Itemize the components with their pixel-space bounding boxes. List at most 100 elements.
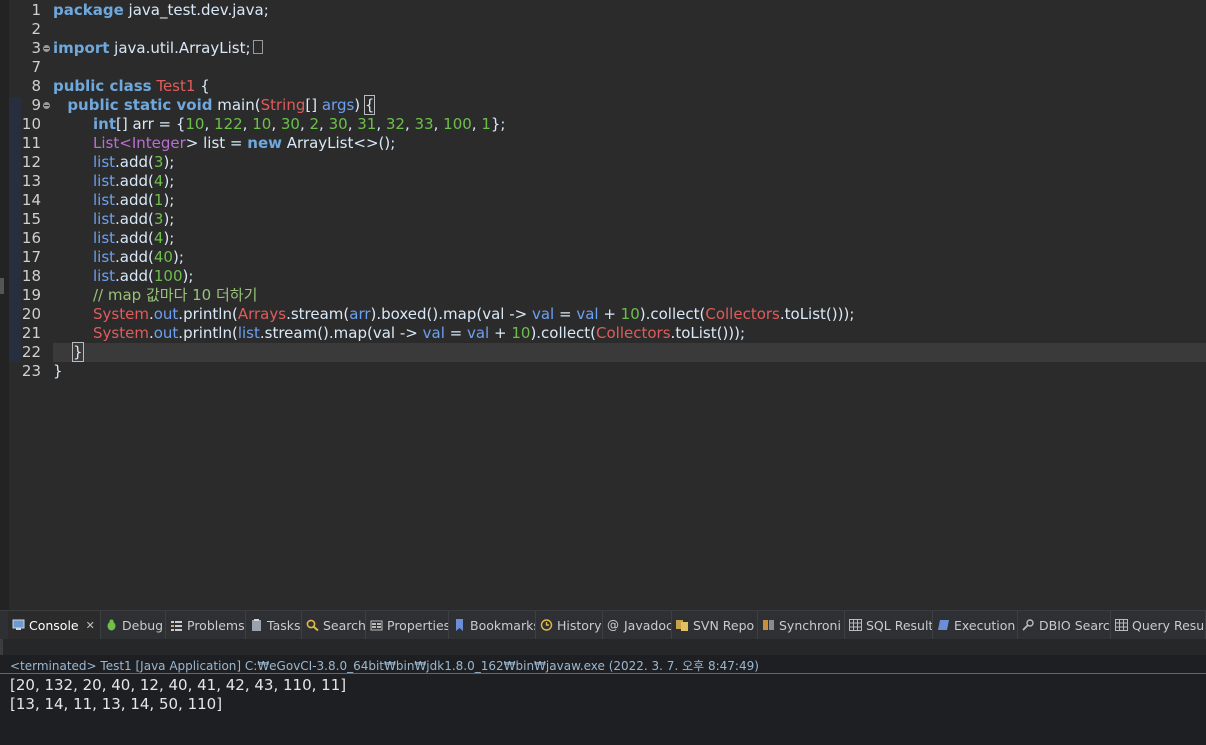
number-literal: 122 [214,115,243,133]
number-literal: 10 [252,115,272,133]
tab-label: Properties [387,617,449,633]
problems-icon [170,619,183,631]
collect-call: ).collect( [639,305,706,323]
code-line-21[interactable]: System.out.println(list.stream().map(val… [53,324,1206,343]
number-literal: 31 [357,115,377,133]
var-list: list [93,210,116,228]
list-decl: > list = [185,134,248,152]
add-call: .add( [115,229,154,247]
code-line-10[interactable]: int[] arr = {10, 122, 10, 30, 2, 30, 31,… [53,115,1206,134]
code-line-list-add[interactable]: list.add(4); [53,172,1206,191]
tab-synchroni[interactable]: Synchroni [758,611,845,639]
line-number: 22 [21,343,41,361]
class-name: Test1 [156,77,196,95]
fold-imports-toggle[interactable] [43,45,50,52]
var-arr: arr [349,305,371,323]
number-literal: 32 [385,115,405,133]
tab-history[interactable]: History [536,611,603,639]
tab-execution[interactable]: Execution [933,611,1018,639]
tab-dbio-searc[interactable]: DBIO Searc [1018,611,1111,639]
code-line-11[interactable]: List<Integer> list = new ArrayList<>(); [53,134,1206,153]
collect-call: ).collect( [530,324,597,342]
line-number: 18 [21,267,41,285]
comma: , [376,115,386,133]
comma: , [347,115,358,133]
tab-tasks[interactable]: Tasks [246,611,302,639]
println-call: .println( [178,324,238,342]
package-name: java_test.dev.java; [123,1,269,19]
lambda-val: val [466,324,490,342]
fold-method-toggle[interactable] [43,102,50,109]
line-number: 14 [21,191,41,209]
tab-bookmarks[interactable]: Bookmarks [449,611,536,639]
comma: , [433,115,444,133]
class-close-brace: } [53,362,63,380]
code-editor[interactable]: 1 2 3 7 8 9 10 11 12 13 14 15 16 17 18 19 20 21 22 23 packa… [0,0,1206,610]
tab-label: Query Resu [1132,617,1205,633]
matched-close-brace: } [72,342,84,362]
console-output-line-2[interactable]: [13, 14, 11, 13, 14, 50, 110] [10,695,222,713]
tab-javadoc[interactable]: @ Javadoc [603,611,672,639]
keyword-new: new [247,134,282,152]
line-number: 9 [31,96,41,114]
line-number: 1 [31,1,41,19]
tab-sql-result[interactable]: SQL Result [845,611,933,639]
type-list: List [93,134,120,152]
close-tab-icon[interactable]: ✕ [86,619,95,632]
keyword-int: int [93,115,116,133]
tab-problems[interactable]: Problems [166,611,246,639]
number-literal: 1 [153,191,164,209]
console-view[interactable]: <terminated> Test1 [Java Application] C:… [0,639,1206,745]
call-end: ); [163,210,175,228]
number-literal: 4 [153,229,164,247]
param-args: args [321,96,355,114]
code-line-list-add[interactable]: list.add(1); [53,191,1206,210]
code-line-20[interactable]: System.out.println(Arrays.stream(arr).bo… [53,305,1206,324]
lambda-val: val [422,324,445,342]
tab-search[interactable]: Search [302,611,366,639]
keyword-package: package [53,1,124,19]
add-call: .add( [115,191,154,209]
dbio-search-icon [1022,619,1035,631]
code-line-19[interactable]: // map 값마다 10 더하기 [53,286,1206,305]
code-line-8[interactable]: public class Test1 { [53,77,1206,96]
class-arrays: Arrays [237,305,287,323]
open-brace: { [195,77,210,95]
javadoc-at-icon: @ [607,619,620,631]
tab-console[interactable]: Console ✕ [8,611,101,639]
code-line-list-add[interactable]: list.add(40); [53,248,1206,267]
code-line-22[interactable]: } [53,342,1206,362]
code-line-23[interactable]: } [53,362,1206,381]
tab-query-resu[interactable]: Query Resu [1111,611,1206,639]
println-call: .println( [178,305,238,323]
code-line-list-add[interactable]: list.add(100); [53,267,1206,286]
history-icon [540,619,553,631]
tab-svn-repo[interactable]: SVN Repo [672,611,758,639]
plus-op: + [489,324,512,342]
class-system: System [93,305,149,323]
line-number: 8 [31,77,41,95]
tab-label: History [557,617,602,633]
array-end: }; [490,115,506,133]
tab-label: Search [323,617,366,633]
keyword-public-class: public class [53,77,152,95]
comma: , [204,115,215,133]
tolist-call: .toList())); [670,324,746,342]
var-list: list [93,172,116,190]
tab-label: SVN Repo [693,617,755,633]
tab-properties[interactable]: Properties [366,611,449,639]
call-end: ); [182,267,194,285]
code-line-list-add[interactable]: list.add(4); [53,229,1206,248]
tab-label: SQL Result [866,617,933,633]
console-output-line-1[interactable]: [20, 132, 20, 40, 12, 40, 41, 42, 43, 11… [10,676,346,694]
code-line-9[interactable]: public static void main(String[] args) { [53,95,1206,115]
code-area[interactable]: package java_test.dev.java; import java.… [53,0,1206,610]
collapsed-imports-box[interactable] [252,40,263,54]
tab-debug[interactable]: Debug [101,611,166,639]
code-line-1[interactable]: package java_test.dev.java; [53,1,1206,20]
code-line-list-add[interactable]: list.add(3); [53,153,1206,172]
code-line-3[interactable]: import java.util.ArrayList; [53,39,1206,58]
code-line-list-add[interactable]: list.add(3); [53,210,1206,229]
close-paren: ) [354,96,365,114]
type-string: String [260,96,306,114]
